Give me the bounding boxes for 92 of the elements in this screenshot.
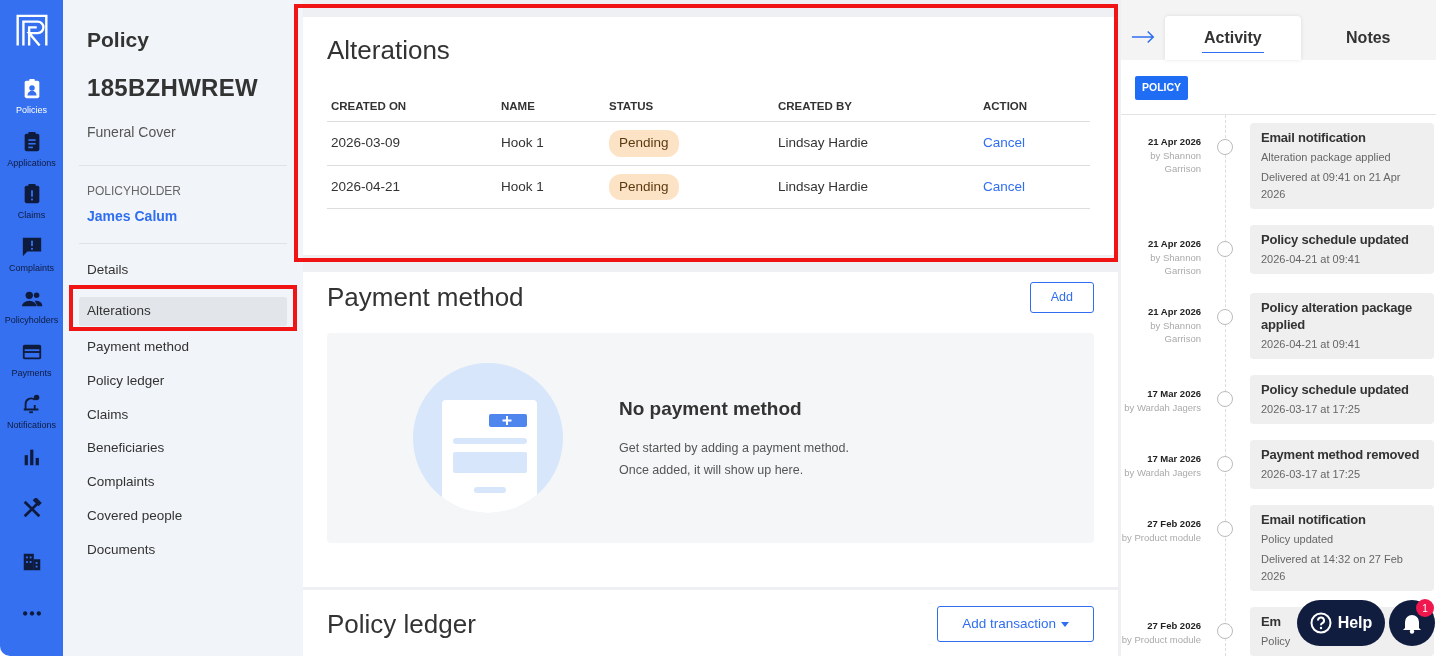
nav-item[interactable]: Covered people <box>79 501 287 530</box>
table-cell: Lindsay Hardie <box>774 165 979 209</box>
rail-nav-item[interactable]: Payments <box>0 340 63 394</box>
table-cell: 2026-04-21 <box>327 165 497 209</box>
table-cell: Hook 1 <box>497 165 605 209</box>
event-detail: 2026-04-21 at 09:41 <box>1261 251 1361 267</box>
bell-icon <box>1402 612 1422 634</box>
nav-item[interactable]: Claims <box>79 400 287 429</box>
event-author: by Shannon Garrison <box>1149 319 1201 346</box>
nav-item[interactable]: Policy ledger <box>79 366 287 395</box>
nav-item[interactable]: Alterations <box>79 297 287 326</box>
empty-state-title: No payment method <box>619 396 803 421</box>
event-title: Policy alteration package applied <box>1261 299 1414 333</box>
caret-icon <box>1061 622 1069 628</box>
nav-item[interactable]: Details <box>79 255 287 284</box>
table-cell: Hook 1 <box>497 121 605 166</box>
status-badge: Pending <box>609 173 679 200</box>
event-detail: Alteration package applied <box>1261 149 1391 165</box>
event-date: 21 Apr 2026 <box>1147 305 1201 319</box>
rail-nav-item[interactable]: Policyholders <box>0 288 63 341</box>
timeline-dot <box>1217 623 1233 639</box>
timeline-dot <box>1217 521 1233 537</box>
event-date: 27 Feb 2026 <box>1146 517 1201 531</box>
policyholder-link[interactable]: James Calum <box>87 205 178 227</box>
event-detail: Policy updated <box>1261 532 1334 547</box>
panel-tab[interactable]: Notes <box>1300 16 1436 60</box>
policy-number: 185BZHWREW <box>87 72 259 103</box>
table-cell: Lindsay Hardie <box>774 121 979 166</box>
event-author: by Shannon Garrison <box>1149 149 1201 175</box>
page-heading: Policy <box>87 27 150 53</box>
nav-item[interactable]: Payment method <box>79 333 287 362</box>
arrow-right-icon[interactable] <box>1131 30 1156 44</box>
add-transaction-button[interactable]: Add transaction <box>937 606 1094 643</box>
logo-icon <box>14 14 49 47</box>
column-header: ACTION <box>979 92 1090 122</box>
column-header: CREATED BY <box>774 92 979 122</box>
empty-state-text: Once added, it will show up here. <box>619 462 805 480</box>
event-detail: 2026-04-21 at 09:41 <box>1261 337 1361 352</box>
event-title: Policy schedule updated <box>1261 230 1409 248</box>
event-author: by Shannon Garrison <box>1149 251 1201 277</box>
filter-tag[interactable]: POLICY <box>1135 76 1189 100</box>
timeline-dot <box>1217 391 1233 407</box>
event-author: by Product module <box>1121 531 1201 545</box>
section-title: Policy ledger <box>327 608 476 640</box>
event-detail: 2026-03-17 at 17:25 <box>1261 402 1361 417</box>
more-icon <box>22 611 41 617</box>
timeline-dot <box>1217 309 1233 325</box>
help-button[interactable]: Help <box>1297 600 1385 646</box>
section-title: Alterations <box>327 35 451 67</box>
empty-state-text: Get started by adding a payment method. <box>619 440 849 458</box>
event-title: Em <box>1261 613 1281 630</box>
table-cell: 2026-03-09 <box>327 121 497 166</box>
event-date: 21 Apr 2026 <box>1147 134 1201 149</box>
event-date: 17 Mar 2026 <box>1146 452 1201 466</box>
event-author: by Wardah Jagers <box>1123 466 1201 480</box>
add-button[interactable]: Add <box>1029 282 1094 313</box>
event-title: Payment method removed <box>1261 446 1420 463</box>
status-badge: Pending <box>609 130 679 157</box>
event-date: 27 Feb 2026 <box>1146 619 1201 633</box>
event-date: 21 Apr 2026 <box>1147 236 1201 251</box>
event-detail: Policy <box>1261 634 1291 649</box>
panel-tab[interactable]: Activity <box>1165 16 1301 60</box>
event-date: 17 Mar 2026 <box>1146 387 1201 401</box>
timeline-dot <box>1217 240 1233 257</box>
nav-item[interactable]: Documents <box>79 535 287 564</box>
column-header: CREATED ON <box>327 92 497 122</box>
timeline-dot <box>1217 138 1233 155</box>
help-icon <box>1309 612 1332 634</box>
event-detail: Delivered at 09:41 on 21 Apr 2026 <box>1261 169 1402 202</box>
rail-nav-item[interactable]: Complaints <box>0 235 63 289</box>
chat-alert-icon <box>20 235 43 258</box>
product-name: Funeral Cover <box>87 122 177 142</box>
cancel-link[interactable]: Cancel <box>983 135 1026 151</box>
timeline-dot <box>1217 456 1233 472</box>
event-detail: 2026-03-17 at 17:25 <box>1261 467 1361 482</box>
nav-item[interactable]: Complaints <box>79 468 287 497</box>
rail-nav-item[interactable]: Claims <box>0 183 63 236</box>
column-header: STATUS <box>605 92 774 122</box>
field-label: POLICYHOLDER <box>87 182 183 200</box>
rail-nav-item[interactable]: Policies <box>0 78 63 131</box>
section-title: Payment method <box>327 281 524 314</box>
nav-item[interactable]: Beneficiaries <box>79 434 287 463</box>
event-author: by Product module <box>1121 633 1201 647</box>
rail-nav-item[interactable]: Applications <box>0 130 63 184</box>
column-header: NAME <box>497 92 605 122</box>
event-detail: Delivered at 14:32 on 27 Feb 2026 <box>1261 552 1404 584</box>
event-title: Email notification <box>1261 511 1366 528</box>
rail-nav-item[interactable]: Notifications <box>0 393 63 446</box>
event-author: by Wardah Jagers <box>1123 401 1201 415</box>
event-title: Policy schedule updated <box>1261 381 1409 398</box>
event-title: Email notification <box>1261 128 1366 146</box>
cancel-link[interactable]: Cancel <box>983 178 1026 194</box>
